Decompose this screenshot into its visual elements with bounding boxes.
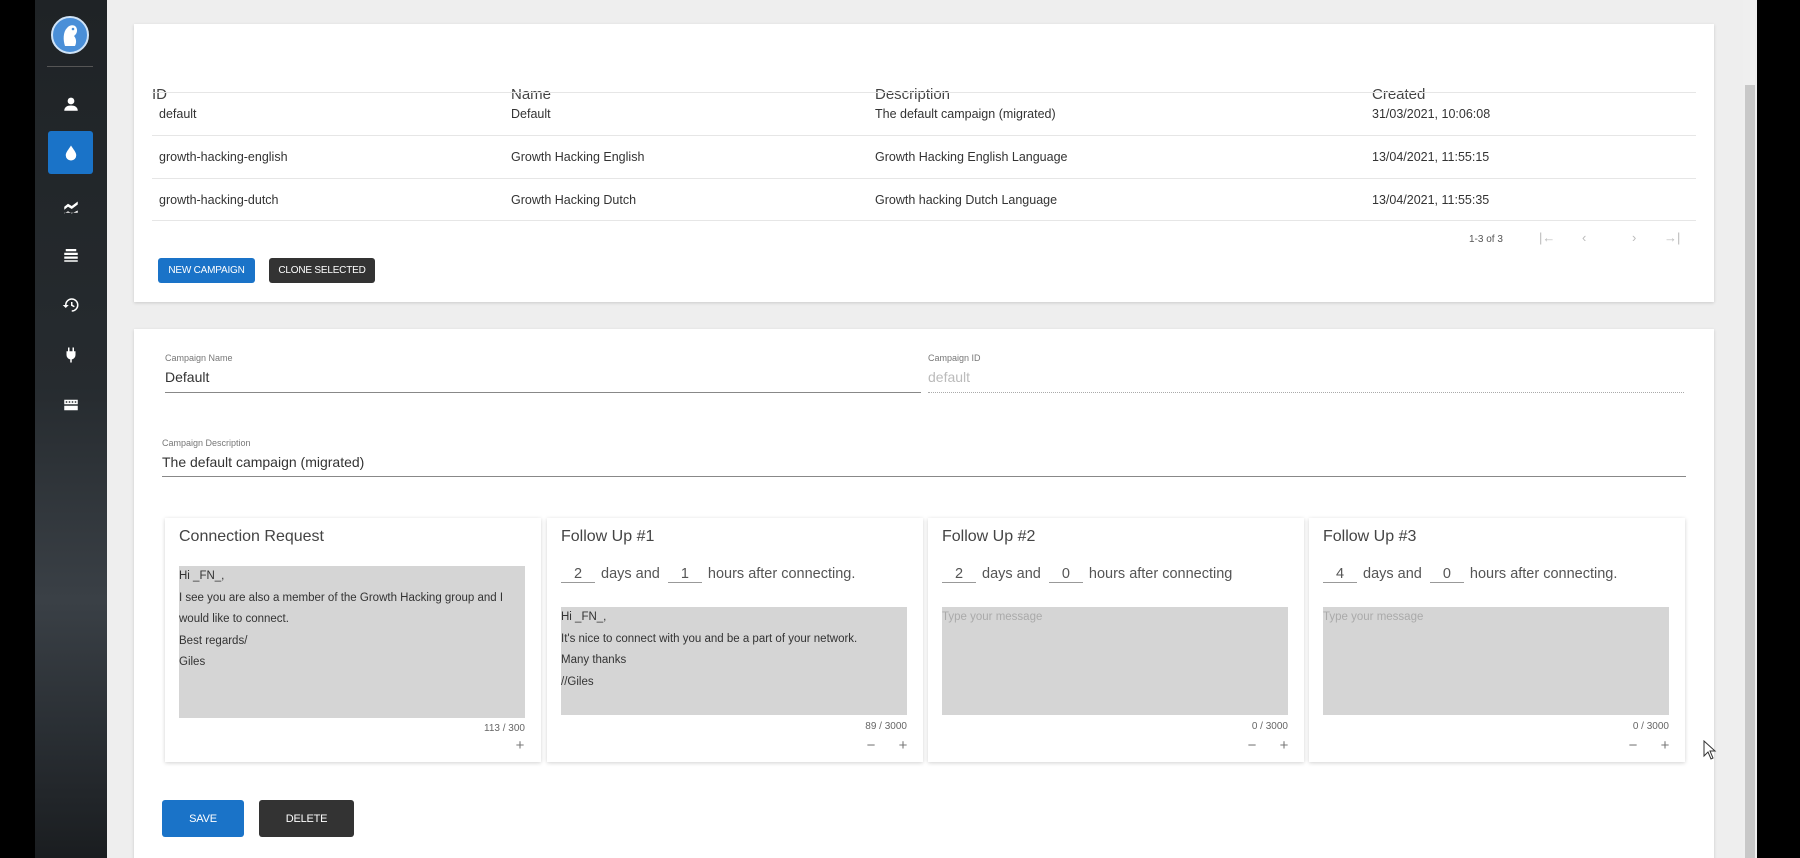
delay-row: 4 days and 0 hours after connecting. — [1323, 566, 1617, 583]
list-stack-icon — [63, 248, 78, 262]
campaign-id-label: Campaign ID — [928, 353, 981, 363]
campaign-id-input: default — [928, 369, 971, 385]
add-icon[interactable]: + — [1656, 738, 1674, 756]
new-campaign-button[interactable]: NEW CAMPAIGN — [158, 258, 255, 283]
card-title: Connection Request — [179, 528, 324, 545]
prev-page-icon[interactable]: ‹ — [1582, 230, 1586, 245]
follow-up-3-card: Follow Up #3 4 days and 0 hours after conn… — [1309, 518, 1685, 762]
plug-icon — [66, 347, 75, 362]
follow-up-message-textarea[interactable]: Type your message — [942, 607, 1288, 715]
cell-created: 31/03/2021, 10:06:08 — [1372, 107, 1491, 121]
scrollbar-thumb[interactable] — [1745, 85, 1755, 858]
hours-text: hours after connecting. — [1469, 566, 1618, 582]
sidebar-item-inbox[interactable] — [48, 383, 93, 426]
water-drop-icon — [65, 145, 76, 160]
hours-text: hours after connecting. — [707, 566, 856, 582]
cell-description: Growth Hacking English Language — [875, 150, 1068, 164]
delete-button[interactable]: DELETE — [259, 800, 354, 837]
table-row[interactable]: default Default The default campaign (mi… — [152, 92, 1696, 135]
pagination-range: 1-3 of 3 — [1469, 234, 1503, 245]
history-icon — [62, 297, 78, 312]
campaign-description-label: Campaign Description — [162, 438, 251, 448]
campaign-name-input[interactable]: Default — [165, 369, 209, 385]
campaign-id-underline — [928, 392, 1684, 393]
person-icon — [63, 97, 78, 111]
app-logo[interactable] — [51, 16, 89, 54]
chart-area-icon — [63, 201, 78, 213]
save-button[interactable]: SAVE — [162, 800, 244, 837]
table-header: ID Name Description Created — [134, 62, 1714, 103]
cell-id: growth-hacking-english — [159, 150, 288, 164]
sidebar-item-campaigns[interactable] — [48, 131, 93, 174]
inbox-tray-icon — [63, 399, 78, 410]
cell-description: The default campaign (migrated) — [875, 107, 1056, 121]
add-icon[interactable]: + — [1275, 738, 1293, 756]
char-counter: 89 / 3000 — [865, 721, 907, 732]
remove-icon[interactable]: − — [1243, 738, 1261, 756]
connection-request-card: Connection Request Hi _FN_, I see you ar… — [165, 518, 541, 762]
days-input[interactable]: 2 — [561, 566, 595, 583]
connection-message-textarea[interactable]: Hi _FN_, I see you are also a member of … — [179, 566, 525, 718]
days-text: days and — [1363, 566, 1422, 582]
follow-up-1-card: Follow Up #1 2 days and 1 hours after conn… — [547, 518, 923, 762]
hours-text: hours after connecting — [1088, 566, 1233, 582]
hours-input[interactable]: 0 — [1429, 566, 1464, 583]
last-page-icon[interactable]: →| — [1664, 230, 1680, 245]
campaign-description-underline — [162, 476, 1686, 477]
cell-description: Growth hacking Dutch Language — [875, 193, 1058, 207]
hours-input[interactable]: 0 — [1048, 566, 1083, 583]
page-scrollbar[interactable] — [1743, 0, 1757, 858]
table-row[interactable]: growth-hacking-english Growth Hacking En… — [152, 135, 1696, 178]
main-content: ID Name Description Created default Defa… — [107, 0, 1743, 858]
bird-logo-icon — [63, 25, 78, 46]
sidebar-item-history[interactable] — [48, 283, 93, 326]
table-row[interactable]: growth-hacking-dutch Growth Hacking Dutc… — [152, 178, 1696, 221]
follow-up-2-card: Follow Up #2 2 days and 0 hours after conn… — [928, 518, 1304, 762]
cell-created: 13/04/2021, 11:55:15 — [1372, 150, 1490, 164]
delay-row: 2 days and 1 hours after connecting. — [561, 566, 855, 583]
first-page-icon[interactable]: |← — [1539, 230, 1555, 245]
add-icon[interactable]: + — [894, 738, 912, 756]
days-text: days and — [601, 566, 660, 582]
card-title: Follow Up #1 — [561, 528, 655, 545]
sidebar-item-integrations[interactable] — [48, 333, 93, 376]
card-title: Follow Up #3 — [1323, 528, 1417, 545]
cell-name: Default — [511, 107, 551, 121]
days-input[interactable]: 4 — [1323, 566, 1357, 583]
remove-icon[interactable]: − — [862, 738, 880, 756]
sidebar-item-lists[interactable] — [48, 233, 93, 276]
follow-up-message-textarea[interactable]: Type your message — [1323, 607, 1669, 715]
sidebar — [35, 0, 107, 858]
delay-row: 2 days and 0 hours after connecting — [942, 566, 1232, 583]
sidebar-divider — [47, 66, 93, 67]
char-counter: 0 / 3000 — [1251, 721, 1288, 732]
cell-id: growth-hacking-dutch — [159, 193, 279, 207]
sidebar-item-profile[interactable] — [48, 82, 93, 125]
next-page-icon[interactable]: › — [1632, 230, 1636, 245]
days-text: days and — [982, 566, 1041, 582]
cell-id: default — [159, 107, 197, 121]
days-input[interactable]: 2 — [942, 566, 976, 583]
char-counter: 0 / 3000 — [1632, 721, 1669, 732]
card-title: Follow Up #2 — [942, 528, 1036, 545]
mouse-cursor-icon — [1703, 740, 1717, 760]
sidebar-item-analytics[interactable] — [48, 184, 93, 227]
cell-created: 13/04/2021, 11:55:35 — [1372, 193, 1490, 207]
campaign-list-card: ID Name Description Created default Defa… — [134, 24, 1714, 302]
clone-selected-button[interactable]: CLONE SELECTED — [269, 258, 375, 283]
cell-name: Growth Hacking English — [511, 150, 645, 164]
campaign-name-label: Campaign Name — [165, 353, 233, 363]
follow-up-message-textarea[interactable]: Hi _FN_, It's nice to connect with you a… — [561, 607, 907, 715]
campaign-name-underline — [165, 392, 921, 393]
char-counter: 113 / 300 — [484, 723, 525, 734]
hours-input[interactable]: 1 — [667, 566, 702, 583]
cell-name: Growth Hacking Dutch — [511, 193, 637, 207]
add-icon[interactable]: + — [511, 738, 529, 756]
campaign-description-input[interactable]: The default campaign (migrated) — [162, 454, 364, 470]
remove-icon[interactable]: − — [1624, 738, 1642, 756]
